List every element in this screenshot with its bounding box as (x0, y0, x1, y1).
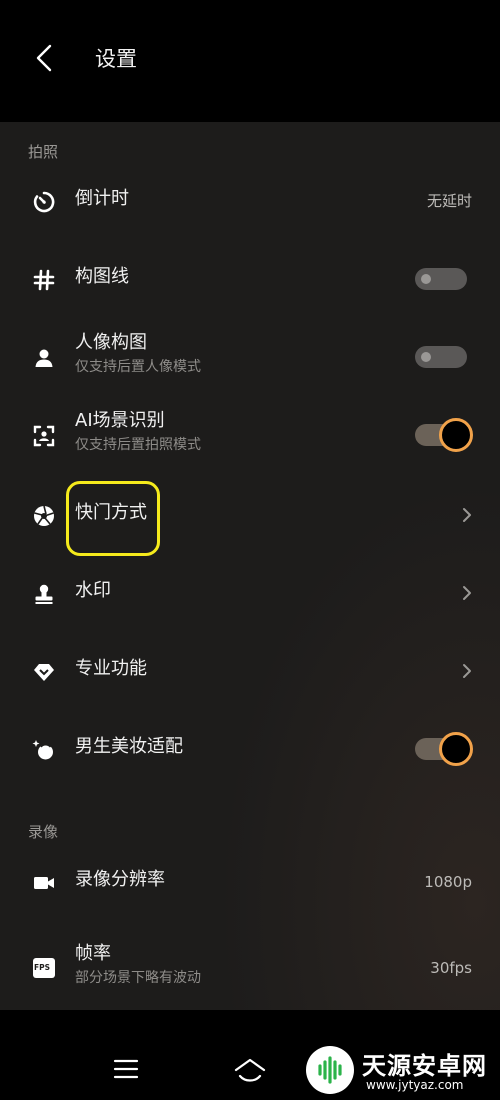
beauty-face-icon (32, 740, 53, 760)
setting-value: 30fps (430, 959, 472, 977)
setting-value: 无延时 (426, 192, 472, 210)
setting-row-pro-functions[interactable]: 专业功能 (0, 640, 500, 700)
setting-sublabel: 仅支持后置拍照模式 (75, 437, 201, 453)
chevron-right-icon (463, 586, 471, 600)
site-watermark-overlay: 天源安卓网 www.jytyaz.com (300, 1040, 500, 1100)
highlight-annotation-box (66, 481, 160, 556)
fps-icon-text: FPS (34, 963, 51, 972)
timer-icon (33, 191, 55, 213)
setting-label: 男生美妆适配 (75, 736, 183, 757)
ai-scene-toggle[interactable] (415, 418, 473, 452)
ai-scene-icon (33, 425, 55, 447)
section-header-video: 录像 (28, 823, 59, 841)
grid-hash-icon (33, 269, 55, 291)
portrait-composition-toggle[interactable] (415, 346, 467, 368)
setting-row-countdown[interactable]: 倒计时 无延时 (0, 170, 500, 230)
grid-lines-toggle[interactable] (415, 268, 467, 290)
chevron-right-icon (463, 508, 471, 522)
top-bar: 设置 (0, 0, 500, 96)
section-header-photo: 拍照 (28, 143, 59, 161)
toggle-knob (421, 274, 431, 284)
chevron-right-icon (463, 664, 471, 678)
aperture-icon (34, 505, 54, 526)
home-icon[interactable] (233, 1056, 267, 1084)
menu-icon[interactable] (113, 1058, 139, 1080)
site-logo-icon (306, 1046, 354, 1094)
page-title: 设置 (95, 47, 137, 71)
setting-label: 帧率 (75, 943, 111, 964)
toggle-knob (439, 732, 473, 766)
setting-row-video-resolution[interactable]: 录像分辨率 1080p (0, 851, 500, 911)
back-arrow-icon[interactable] (28, 40, 60, 76)
setting-sublabel: 仅支持后置人像模式 (75, 359, 201, 375)
setting-label: 专业功能 (75, 658, 147, 679)
setting-label: 水印 (75, 580, 111, 601)
setting-sublabel: 部分场景下略有波动 (75, 970, 201, 986)
setting-row-ai-scene[interactable]: AI场景识别 仅支持后置拍照模式 (0, 404, 500, 464)
toggle-knob (439, 418, 473, 452)
setting-row-portrait-composition[interactable]: 人像构图 仅支持后置人像模式 (0, 326, 500, 386)
setting-label: 录像分辨率 (75, 869, 165, 890)
setting-row-grid-lines[interactable]: 构图线 (0, 248, 500, 308)
stamp-icon (35, 584, 53, 604)
setting-row-frame-rate[interactable]: FPS 帧率 部分场景下略有波动 30fps (0, 937, 500, 997)
toggle-knob (421, 352, 431, 362)
fps-icon: FPS (33, 958, 55, 978)
setting-label: 构图线 (75, 266, 129, 287)
watermark-title: 天源安卓网 (362, 1052, 487, 1080)
video-camera-icon (34, 877, 54, 889)
watermark-url: www.jytyaz.com (366, 1078, 464, 1092)
setting-row-male-beauty[interactable]: 男生美妆适配 (0, 718, 500, 778)
diamond-icon (34, 664, 54, 681)
setting-row-watermark[interactable]: 水印 (0, 562, 500, 622)
male-beauty-toggle[interactable] (415, 732, 473, 766)
setting-label: 倒计时 (75, 188, 129, 209)
person-icon (35, 349, 53, 367)
setting-label: 人像构图 (75, 332, 147, 353)
setting-label: AI场景识别 (75, 410, 165, 431)
setting-value: 1080p (424, 873, 472, 891)
